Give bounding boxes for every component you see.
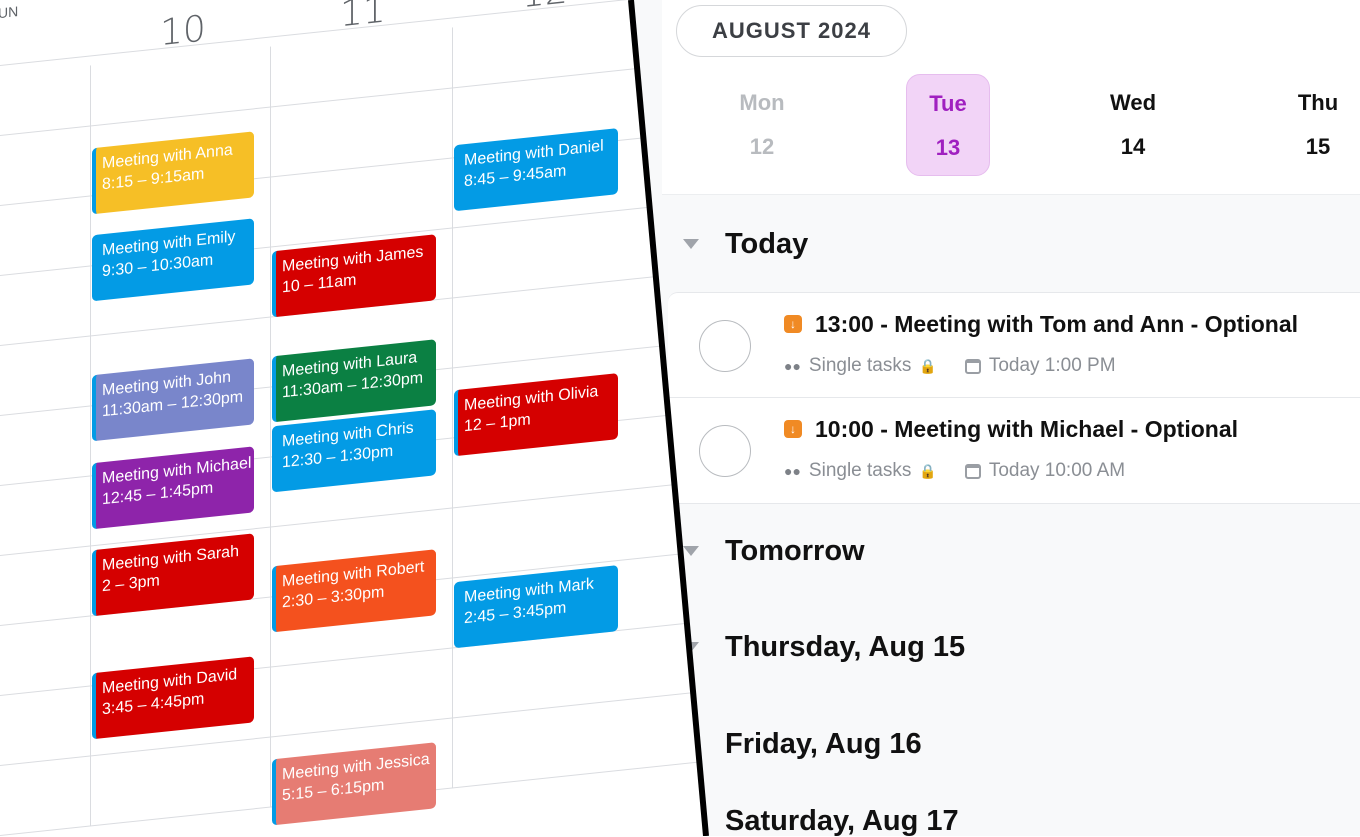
panel-divider bbox=[0, 0, 1360, 836]
